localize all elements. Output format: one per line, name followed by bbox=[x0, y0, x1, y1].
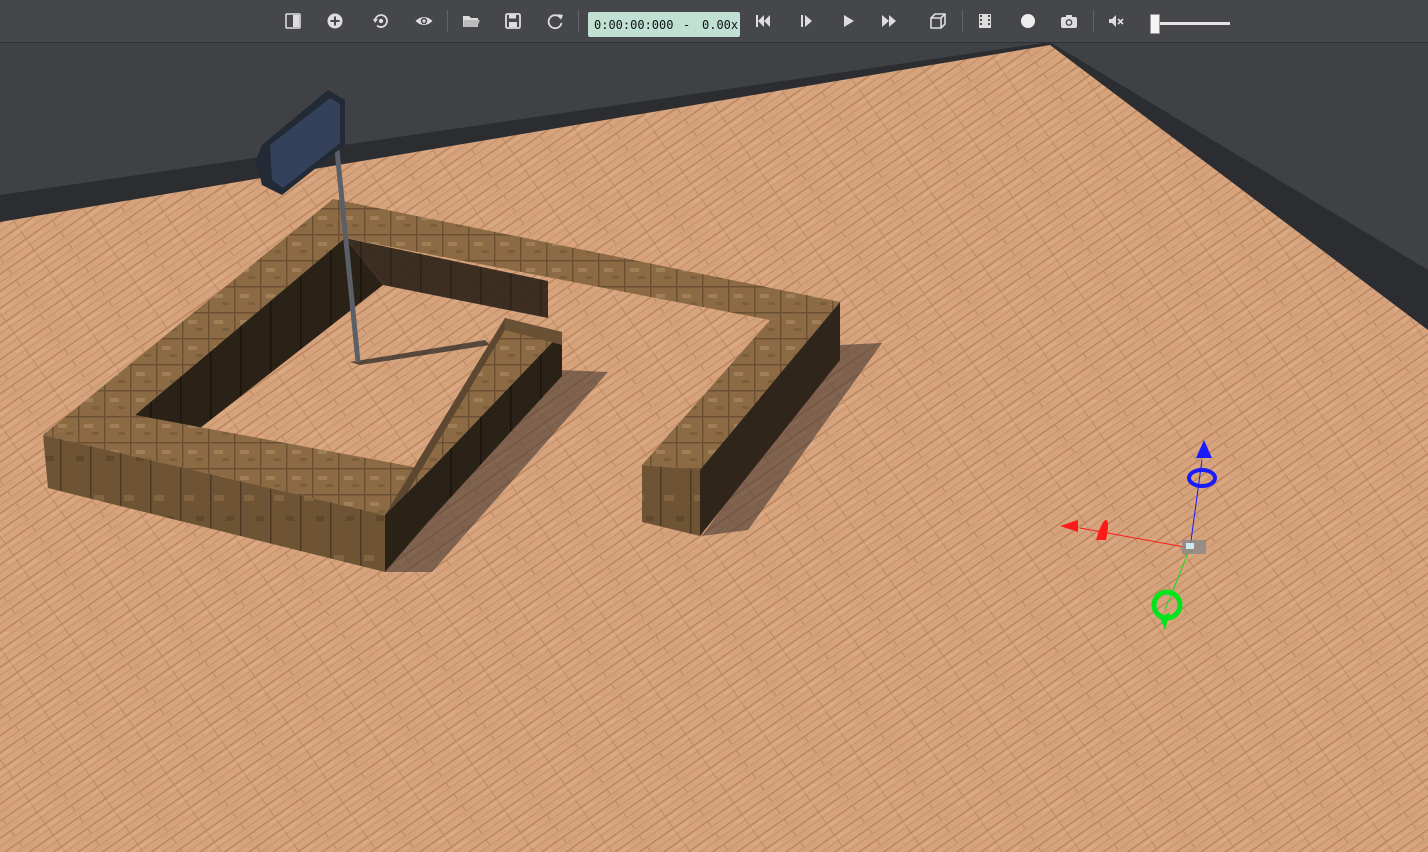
3d-viewport[interactable] bbox=[0, 0, 1428, 852]
save-icon[interactable] bbox=[501, 9, 525, 33]
time-display: 0:00:00:000 - 0.00x bbox=[588, 12, 740, 37]
time-value: 0:00:00:000 bbox=[594, 18, 674, 32]
eye-icon[interactable] bbox=[412, 9, 436, 33]
record-icon[interactable] bbox=[1016, 9, 1040, 33]
skip-back-icon[interactable] bbox=[751, 9, 775, 33]
mute-icon[interactable] bbox=[1104, 9, 1128, 33]
reload-icon[interactable] bbox=[543, 9, 567, 33]
toolbar-separator bbox=[1093, 10, 1094, 32]
toolbar: 0:00:00:000 - 0.00x bbox=[0, 0, 1428, 43]
simulator-window: 0:00:00:000 - 0.00x bbox=[0, 0, 1428, 852]
panel-toggle-icon[interactable] bbox=[281, 9, 305, 33]
time-separator: - bbox=[683, 18, 691, 32]
toolbar-separator bbox=[578, 10, 579, 32]
toolbar-separator bbox=[962, 10, 963, 32]
volume-slider-track[interactable] bbox=[1150, 22, 1230, 25]
cube-view-icon[interactable] bbox=[926, 9, 950, 33]
camera-icon[interactable] bbox=[1057, 9, 1081, 33]
speed-value: 0.00x bbox=[702, 18, 739, 32]
volume-slider-handle[interactable] bbox=[1149, 14, 1160, 34]
add-icon[interactable] bbox=[323, 9, 347, 33]
play-icon[interactable] bbox=[836, 9, 860, 33]
folder-open-icon[interactable] bbox=[459, 9, 483, 33]
film-icon[interactable] bbox=[973, 9, 997, 33]
step-forward-icon[interactable] bbox=[794, 9, 818, 33]
refresh-view-icon[interactable] bbox=[369, 9, 393, 33]
fast-forward-icon[interactable] bbox=[877, 9, 901, 33]
toolbar-separator bbox=[447, 10, 448, 32]
